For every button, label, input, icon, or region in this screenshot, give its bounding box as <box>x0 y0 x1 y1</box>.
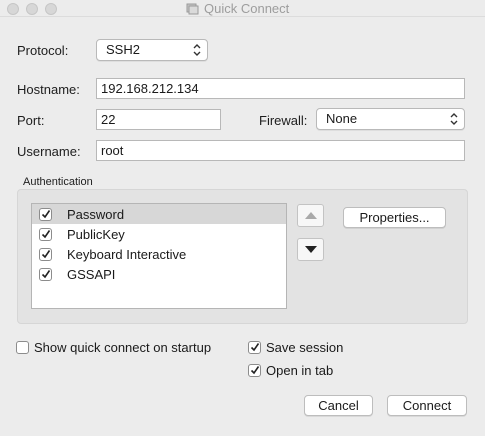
triangle-down-icon <box>304 246 317 253</box>
checkmark-icon <box>41 250 50 259</box>
move-up-button[interactable] <box>297 204 324 227</box>
auth-method-checkbox[interactable] <box>39 267 52 281</box>
window-title: Quick Connect <box>204 1 290 16</box>
show-on-startup-option[interactable]: Show quick connect on startup <box>16 339 211 355</box>
firewall-select[interactable]: None <box>316 108 465 130</box>
open-in-tab-checkbox[interactable] <box>248 363 261 377</box>
zoom-window-button[interactable] <box>45 3 57 15</box>
checkmark-icon <box>41 270 50 279</box>
auth-method-checkbox[interactable] <box>39 247 52 261</box>
updown-chevron-icon <box>450 113 458 125</box>
checkmark-icon <box>250 366 259 375</box>
updown-chevron-icon <box>193 44 201 56</box>
hostname-field[interactable]: 192.168.212.134 <box>96 78 465 99</box>
checkmark-icon <box>41 210 50 219</box>
title-bar: Quick Connect <box>0 0 485 17</box>
open-in-tab-label: Open in tab <box>266 362 334 378</box>
save-session-option[interactable]: Save session <box>248 339 343 355</box>
auth-method-label: PublicKey <box>67 226 125 242</box>
save-session-label: Save session <box>266 339 344 355</box>
auth-method-list[interactable]: Password PublicKey Keyboard Interactive … <box>31 203 287 309</box>
auth-method-password[interactable]: Password <box>32 204 286 224</box>
checkmark-icon <box>41 230 50 239</box>
open-in-tab-option[interactable]: Open in tab <box>248 362 333 378</box>
auth-method-gssapi[interactable]: GSSAPI <box>32 264 286 284</box>
move-down-button[interactable] <box>297 238 324 261</box>
connect-button[interactable]: Connect <box>387 395 467 416</box>
port-field[interactable]: 22 <box>96 109 221 130</box>
minimize-window-button[interactable] <box>26 3 38 15</box>
show-on-startup-label: Show quick connect on startup <box>34 339 212 355</box>
port-label: Port: <box>17 113 45 128</box>
protocol-label: Protocol: <box>17 43 69 58</box>
auth-method-publickey[interactable]: PublicKey <box>32 224 286 244</box>
close-window-button[interactable] <box>7 3 19 15</box>
quick-connect-icon <box>186 3 199 15</box>
auth-method-label: Keyboard Interactive <box>67 246 187 262</box>
protocol-value: SSH2 <box>106 42 140 57</box>
firewall-label: Firewall: <box>259 113 308 128</box>
firewall-value: None <box>326 111 358 126</box>
protocol-select[interactable]: SSH2 <box>96 39 208 61</box>
username-label: Username: <box>17 144 81 159</box>
auth-method-checkbox[interactable] <box>39 227 52 241</box>
save-session-checkbox[interactable] <box>248 340 261 354</box>
authentication-label: Authentication <box>23 176 93 188</box>
properties-button[interactable]: Properties... <box>343 207 446 228</box>
window-title-group: Quick Connect <box>186 0 289 17</box>
auth-method-keyboard-interactive[interactable]: Keyboard Interactive <box>32 244 286 264</box>
auth-method-label: Password <box>67 206 125 222</box>
auth-method-checkbox[interactable] <box>39 207 52 221</box>
triangle-up-icon <box>304 212 317 219</box>
hostname-label: Hostname: <box>17 82 80 97</box>
show-on-startup-checkbox[interactable] <box>16 340 29 354</box>
username-field[interactable]: root <box>96 140 465 161</box>
cancel-button[interactable]: Cancel <box>304 395 373 416</box>
auth-method-label: GSSAPI <box>67 266 116 282</box>
checkmark-icon <box>250 343 259 352</box>
